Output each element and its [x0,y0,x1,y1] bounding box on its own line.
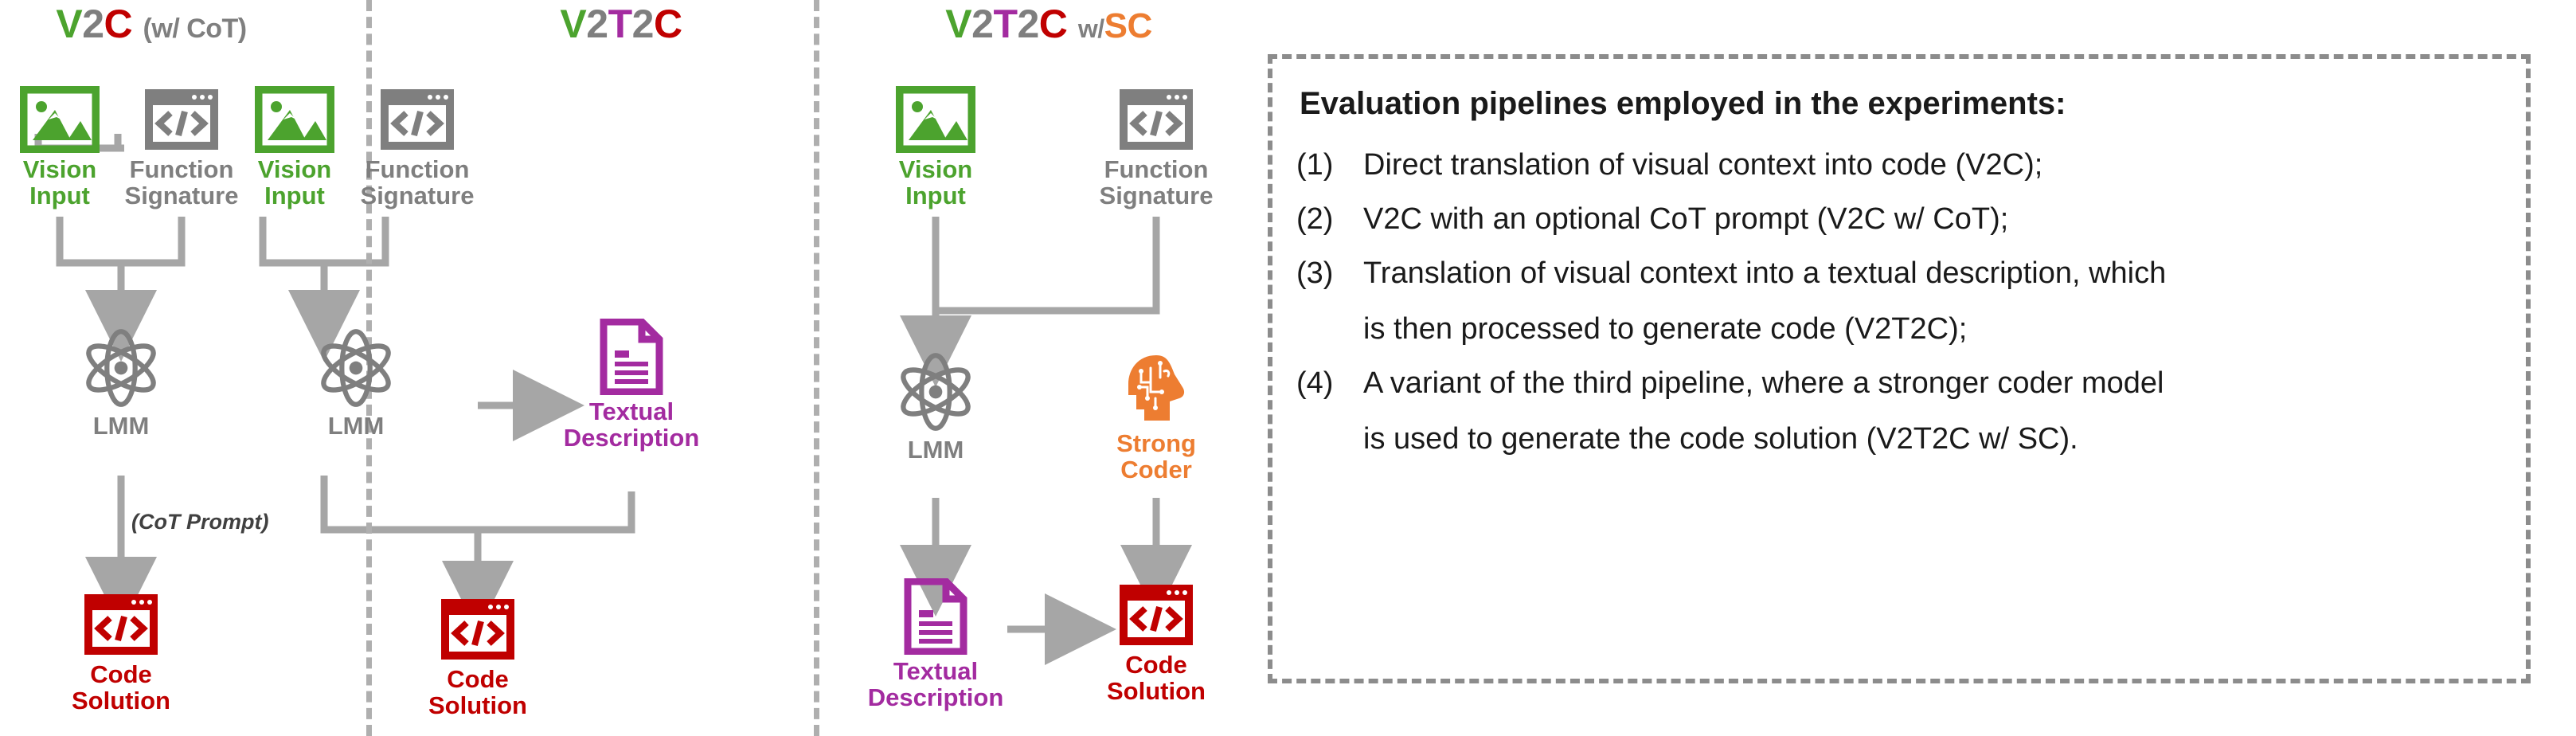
node-label-lmm: LMM [92,412,150,440]
title-sc-label: SC [1104,6,1153,45]
pipeline-item-number: (4) [1296,366,1334,400]
code-window-icon [1120,89,1193,150]
image-icon [255,86,334,153]
title-w-label: w/ [1077,14,1104,43]
node-lmm-p1: LMM [29,327,213,439]
title-letter-t: T [608,2,633,46]
node-strong-coder-p3: Strong Coder [1065,350,1248,483]
node-label-function-signature: Function Signature [1099,155,1214,209]
atom-icon [901,353,971,431]
title-letter-v: V [945,2,972,46]
node-function-signature-p2: Function Signature [326,86,509,209]
node-textual-description-p3: Textual Description [844,578,1027,711]
pipeline-item-line1: A variant of the third pipeline, where a… [1363,366,2164,400]
pipeline-figure: V2C (w/ CoT) Vision Input Function Signa… [0,0,2576,736]
image-icon [896,86,975,153]
pipeline-item-line2: is used to generate the code solution (V… [1363,422,2078,456]
panel-title-v2c: V2C (w/ CoT) [0,2,334,51]
node-label-lmm: LMM [907,436,964,464]
atom-icon [321,329,391,407]
node-code-solution-p1: Code Solution [29,591,213,714]
pipeline-item-number: (2) [1296,202,1334,236]
title-suffix-cot: (w/ CoT) [143,14,248,44]
image-icon [20,86,100,153]
node-label-function-signature: Function Signature [360,155,475,209]
code-window-icon [441,599,514,660]
evaluation-pipelines-box: Evaluation pipelines employed in the exp… [1268,54,2531,683]
pipeline-item-number: (1) [1296,148,1334,182]
pipeline-item-line1: Translation of visual context into a tex… [1363,256,2167,290]
ai-head-icon [1128,355,1185,421]
node-label-vision-input: Vision Input [898,155,973,209]
node-function-signature-p3: Function Signature [1065,86,1248,209]
node-label-textual-description: Textual Description [867,657,1004,711]
node-label-textual-description: Textual Description [563,397,700,452]
pipeline-list-item: (2) V2C with an optional CoT prompt (V2C… [1296,199,2505,239]
panel-v2t2c-sc: V2T2C w/SC Vision Input Function Signatu… [822,0,1252,736]
document-icon [600,319,663,395]
cot-prompt-annotation: (CoT Prompt) [131,510,269,534]
title-letter-c: C [1038,2,1068,46]
title-letter-2b: 2 [631,2,655,46]
node-code-solution-p2: Code Solution [386,596,569,718]
node-label-strong-coder: Strong Coder [1116,429,1196,483]
panel-title-v2t2c-sc: V2T2C w/SC [866,2,1232,51]
code-window-icon [84,594,158,655]
panel-divider-2 [814,0,819,736]
pipeline-list-item: (3) Translation of visual context into a… [1296,253,2505,349]
panel-title-v2t2c: V2T2C [438,2,804,46]
pipeline-item-number: (3) [1296,256,1334,290]
node-label-code-solution: Code Solution [72,660,170,714]
node-code-solution-p3: Code Solution [1065,581,1248,704]
code-window-icon [1120,585,1193,645]
title-letter-2a: 2 [971,2,994,46]
pipeline-item-line2: is then processed to generate code (V2T2… [1363,312,1968,346]
title-letter-v: V [560,2,587,46]
node-lmm-p3: LMM [844,350,1027,463]
node-label-code-solution: Code Solution [428,665,527,719]
node-vision-input-p3: Vision Input [844,86,1027,209]
node-textual-description-p2: Textual Description [540,319,723,451]
title-letter-2: 2 [82,2,104,46]
code-window-icon [381,89,454,150]
pipeline-item-text: Translation of visual context into a tex… [1363,253,2505,349]
pipeline-item-text: A variant of the third pipeline, where a… [1363,363,2505,459]
pipeline-list-item: (1) Direct translation of visual context… [1296,145,2505,185]
pipeline-item-text: V2C with an optional CoT prompt (V2C w/ … [1363,202,2009,236]
title-letter-c: C [104,2,133,46]
title-letter-t: T [993,2,1018,46]
node-label-code-solution: Code Solution [1107,651,1206,705]
title-letter-c: C [653,2,682,46]
title-letter-2b: 2 [1017,2,1039,46]
title-letter-v: V [56,2,83,46]
infobox-heading: Evaluation pipelines employed in the exp… [1300,86,2066,121]
node-lmm-p2: LMM [264,327,448,439]
atom-icon [86,329,156,407]
pipeline-list-item: (4) A variant of the third pipeline, whe… [1296,363,2505,459]
pipeline-item-text: Direct translation of visual context int… [1363,148,2043,182]
node-label-lmm: LMM [327,412,385,440]
panel-v2t2c: V2T2C Vision Input Function Signature LM… [255,0,796,736]
document-icon [904,578,967,655]
title-letter-2a: 2 [586,2,608,46]
